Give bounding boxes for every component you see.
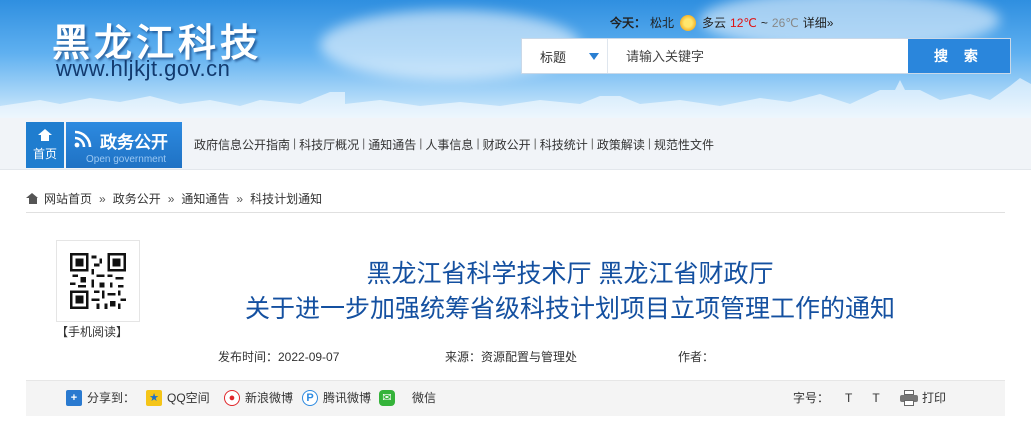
nav-separator: | bbox=[533, 136, 537, 150]
weather-detail-link[interactable]: 详细» bbox=[803, 14, 834, 31]
gov-open-section[interactable]: 政务公开 Open government bbox=[66, 122, 182, 168]
divider bbox=[26, 212, 1005, 213]
article-author: 作者： bbox=[678, 350, 715, 364]
gov-open-subtitle: Open government bbox=[86, 154, 167, 165]
nav-link-statistics[interactable]: 科技统计 bbox=[540, 136, 588, 153]
share-qzone-button[interactable]: ★ QQ空间 bbox=[146, 389, 210, 406]
article-title-line1: 黑龙江省科学技术厅 黑龙江省财政厅 bbox=[366, 260, 774, 288]
print-button[interactable]: 打印 bbox=[900, 389, 946, 406]
share-wechat-button[interactable]: ✉ 微信 bbox=[379, 389, 436, 406]
nav-separator: | bbox=[476, 136, 480, 150]
share-wechat-label: 微信 bbox=[412, 391, 437, 405]
weather-condition: 多云 bbox=[702, 16, 727, 30]
nav-link-policy[interactable]: 政策解读 bbox=[597, 136, 645, 153]
qzone-icon: ★ bbox=[146, 389, 162, 406]
nav-separator: | bbox=[362, 136, 366, 150]
nav-link-overview[interactable]: 科技厅概况 bbox=[299, 136, 359, 153]
font-size-label: 字号： bbox=[793, 391, 830, 405]
weather-widget: 今天： 松北 多云 12℃ ~26℃ 详细» bbox=[610, 14, 833, 31]
breadcrumb-separator: » bbox=[167, 191, 175, 206]
weather-temp-high: 12℃ bbox=[730, 15, 757, 30]
article-title-line2: 关于进一步加强统筹省级科技计划项目立项管理工作的通知 bbox=[244, 295, 895, 323]
weather-temp-low: 26℃ bbox=[771, 15, 799, 30]
publish-time: 发布时间：2022-09-07 bbox=[218, 350, 340, 364]
home-button[interactable]: 首页 bbox=[26, 122, 64, 168]
font-size-large-button[interactable]: T bbox=[845, 391, 852, 405]
wechat-icon: ✉ bbox=[379, 389, 395, 406]
printer-icon bbox=[900, 389, 918, 406]
nav-links: 政府信息公开指南 | 科技厅概况 | 通知通告 | 人事信息 | 财政公开 | 科技统计 |… bbox=[194, 136, 714, 153]
home-icon bbox=[38, 128, 52, 141]
share-sina-label: 新浪微博 bbox=[245, 391, 294, 405]
gov-open-title: 政务公开 bbox=[100, 133, 168, 152]
share-tencent-label: 腾讯微博 bbox=[323, 391, 372, 405]
home-icon bbox=[26, 193, 39, 204]
share-to-text: 分享到： bbox=[87, 391, 136, 405]
mobile-read-label: 【手机阅读】 bbox=[56, 325, 129, 339]
share-qzone-label: QQ空间 bbox=[167, 391, 210, 405]
breadcrumb-separator: » bbox=[236, 191, 244, 206]
home-label: 首页 bbox=[32, 146, 57, 161]
breadcrumb-item[interactable]: 网站首页 bbox=[44, 190, 92, 207]
share-tencent-button[interactable]: P 腾讯微博 bbox=[302, 389, 371, 406]
nav-separator: | bbox=[590, 136, 594, 150]
breadcrumb-item[interactable]: 通知通告 bbox=[181, 190, 229, 207]
breadcrumb-item[interactable]: 政务公开 bbox=[113, 190, 161, 207]
weather-temp-sep: ~ bbox=[760, 15, 768, 30]
plus-icon: + bbox=[66, 389, 82, 406]
search-scope-select[interactable]: 标题 bbox=[522, 39, 608, 73]
breadcrumb-item[interactable]: 科技计划通知 bbox=[250, 190, 322, 207]
print-label: 打印 bbox=[922, 391, 947, 405]
sina-weibo-icon: ● bbox=[224, 389, 240, 406]
search-bar: 标题 搜 索 bbox=[521, 38, 1011, 74]
share-label: + 分享到： bbox=[66, 389, 135, 406]
site-url: www.hljkjt.gov.cn bbox=[56, 56, 231, 81]
weather-today-label: 今天： bbox=[610, 16, 647, 30]
search-scope-value: 标题 bbox=[540, 49, 567, 65]
search-button[interactable]: 搜 索 bbox=[908, 39, 1010, 73]
nav-link-personnel[interactable]: 人事信息 bbox=[425, 136, 473, 153]
nav-separator: | bbox=[419, 136, 423, 150]
breadcrumb: 网站首页 » 政务公开 » 通知通告 » 科技计划通知 bbox=[26, 190, 322, 207]
tencent-weibo-icon: P bbox=[302, 389, 318, 406]
rss-icon bbox=[74, 130, 92, 148]
nav-separator: | bbox=[293, 136, 297, 150]
partly-cloudy-icon bbox=[680, 14, 697, 31]
nav-link-guide[interactable]: 政府信息公开指南 bbox=[194, 136, 290, 153]
font-size-small-button[interactable]: T bbox=[872, 391, 879, 405]
nav-link-notices[interactable]: 通知通告 bbox=[368, 136, 416, 153]
qr-code-box bbox=[56, 240, 140, 322]
share-sina-button[interactable]: ● 新浪微博 bbox=[224, 389, 293, 406]
search-input[interactable] bbox=[608, 39, 908, 73]
article-source: 来源：资源配置与管理处 bbox=[445, 350, 578, 364]
weather-city: 松北 bbox=[650, 16, 675, 30]
qr-code-icon bbox=[70, 253, 126, 309]
nav-link-finance[interactable]: 财政公开 bbox=[483, 136, 531, 153]
font-size-control: 字号： T T bbox=[793, 389, 880, 406]
site-header: 黑龙江科技 www.hljkjt.gov.cn 今天： 松北 多云 12℃ ~26… bbox=[0, 0, 1031, 118]
breadcrumb-separator: » bbox=[99, 191, 106, 206]
nav-separator: | bbox=[647, 136, 651, 150]
dropdown-arrow-icon bbox=[589, 52, 599, 60]
nav-link-documents[interactable]: 规范性文件 bbox=[654, 136, 714, 153]
